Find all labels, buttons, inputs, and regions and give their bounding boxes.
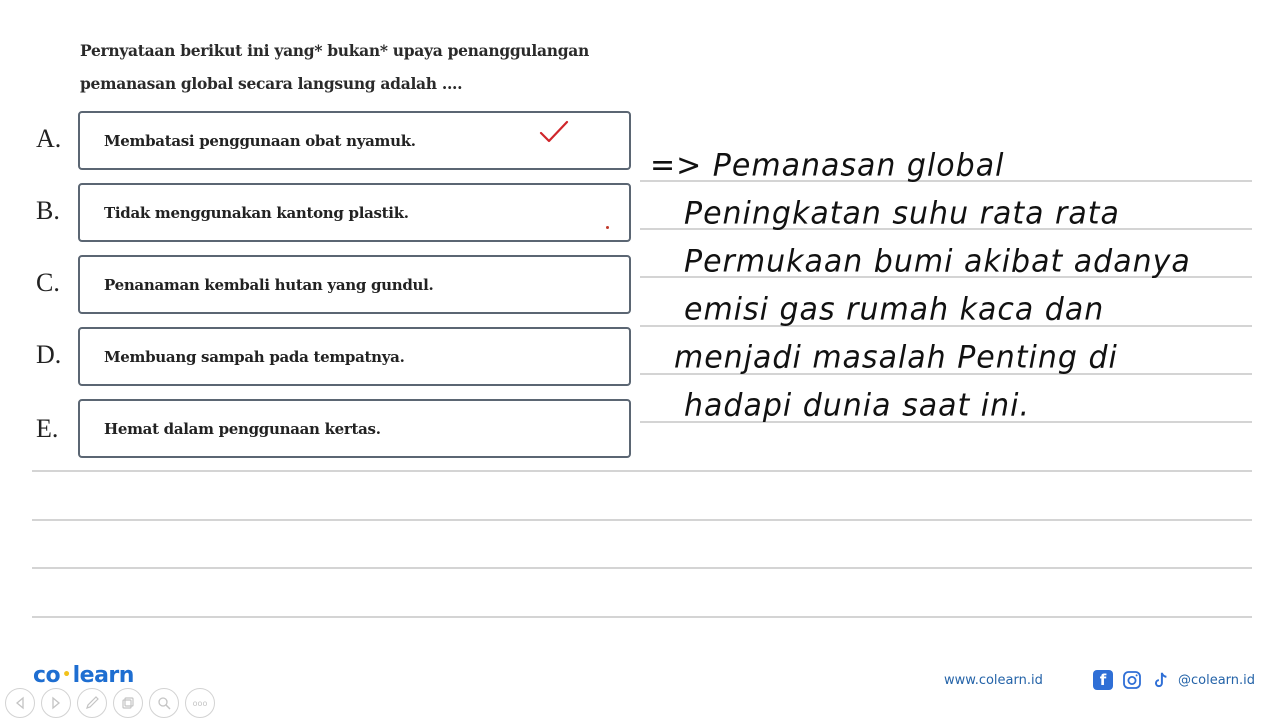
option-a[interactable]: Membatasi penggunaan obat nyamuk. (78, 111, 631, 170)
option-d-letter: D. (36, 340, 62, 369)
handwritten-line: emisi gas rumah kaca dan (684, 291, 1105, 328)
social-links: f @colearn.id (1093, 670, 1255, 690)
facebook-icon[interactable]: f (1093, 670, 1113, 690)
pen-icon (86, 696, 99, 709)
copy-icon (122, 697, 134, 709)
option-d[interactable]: Membuang sampah pada tempatnya. (78, 327, 631, 386)
option-c-letter: C. (36, 268, 60, 297)
option-c[interactable]: Penanaman kembali hutan yang gundul. (78, 255, 631, 314)
prev-button[interactable] (5, 688, 35, 718)
question-line-2: pemanasan global secara langsung adalah … (80, 74, 463, 93)
copy-button[interactable] (113, 688, 143, 718)
ruled-line (32, 519, 1252, 521)
option-b-text: Tidak menggunakan kantong plastik. (104, 203, 409, 222)
instagram-icon[interactable] (1122, 670, 1142, 690)
option-a-text: Membatasi penggunaan obat nyamuk. (104, 131, 416, 150)
handwritten-line: Permukaan bumi akibat adanya (684, 243, 1191, 280)
check-mark-icon (539, 120, 569, 143)
option-e-letter: E. (36, 414, 59, 443)
option-e-text: Hemat dalam penggunaan kertas. (104, 419, 381, 438)
option-b[interactable]: Tidak menggunakan kantong plastik. (78, 183, 631, 242)
colearn-logo: co •learn (33, 663, 134, 688)
more-button[interactable]: ooo (185, 688, 215, 718)
handwritten-line: menjadi masalah Penting di (674, 339, 1118, 376)
zoom-icon (158, 697, 171, 710)
handwritten-line: => Pemanasan global (650, 147, 1005, 184)
ruled-line (32, 470, 1252, 472)
ruled-line (32, 616, 1252, 618)
option-a-letter: A. (36, 124, 62, 153)
handwritten-line: Peningkatan suhu rata rata (684, 195, 1120, 232)
handwritten-line: hadapi dunia saat ini. (684, 387, 1030, 424)
option-c-text: Penanaman kembali hutan yang gundul. (104, 275, 434, 294)
logo-right: learn (72, 663, 135, 688)
next-button[interactable] (41, 688, 71, 718)
player-toolbar: ooo (5, 688, 215, 718)
prev-icon (15, 696, 24, 710)
option-e[interactable]: Hemat dalam penggunaan kertas. (78, 399, 631, 458)
website-link[interactable]: www.colearn.id (944, 673, 1043, 688)
pen-button[interactable] (77, 688, 107, 718)
question-text: Pernyataan berikut ini yang* bukan* upay… (80, 34, 640, 100)
ruled-line (32, 567, 1252, 569)
next-icon (52, 696, 61, 710)
zoom-button[interactable] (149, 688, 179, 718)
social-handle[interactable]: @colearn.id (1178, 673, 1255, 688)
tiktok-icon[interactable] (1151, 670, 1171, 690)
option-d-text: Membuang sampah pada tempatnya. (104, 347, 405, 366)
question-line-1: Pernyataan berikut ini yang* bukan* upay… (80, 41, 589, 60)
more-icon: ooo (192, 698, 208, 708)
logo-dot: • (62, 667, 71, 683)
logo-left: co (33, 663, 61, 688)
handwritten-answer: => Pemanasan global Peningkatan suhu rat… (650, 142, 1270, 430)
option-b-letter: B. (36, 196, 60, 225)
pen-dot-mark (606, 226, 609, 229)
